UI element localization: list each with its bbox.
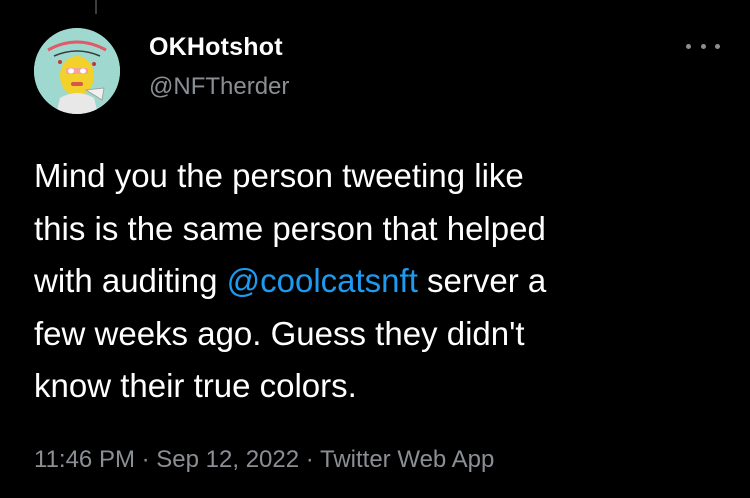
meta-separator: · [305,446,314,473]
meta-separator: · [141,446,150,473]
mention-link[interactable]: @coolcatsnft [227,262,418,299]
tweet-text: Mind you the person tweeting like this i… [34,150,724,413]
author-handle[interactable]: @NFTherder [149,73,289,101]
author-display-name[interactable]: OKHotshot [149,33,283,62]
tweet-text-line: few weeks ago. Guess they didn't [34,314,525,352]
more-dot [700,43,706,49]
thread-connector-line [95,0,97,14]
more-dot [686,43,691,49]
tweet-text-segment: with auditing [34,262,227,299]
tweet-source[interactable]: Twitter Web App [320,446,494,473]
tweet-text-segment: server a [417,262,547,299]
tweet-text-line: know their true colors. [34,367,357,404]
tweet-date[interactable]: Sep 12, 2022 [156,446,299,473]
more-options-icon[interactable] [686,36,720,56]
tweet-text-line: Mind you the person tweeting like [34,157,524,194]
tweet-text-line: this is the same person that helped [34,209,546,247]
tweet-metadata: 11:46 PM · Sep 12, 2022 · Twitter Web Ap… [34,446,494,474]
tweet-time[interactable]: 11:46 PM [34,446,135,473]
avatar[interactable] [34,28,120,114]
more-dot [715,43,720,49]
tweet-text-line: with auditing @coolcatsnft server a [34,255,724,308]
avatar-image [34,28,120,114]
